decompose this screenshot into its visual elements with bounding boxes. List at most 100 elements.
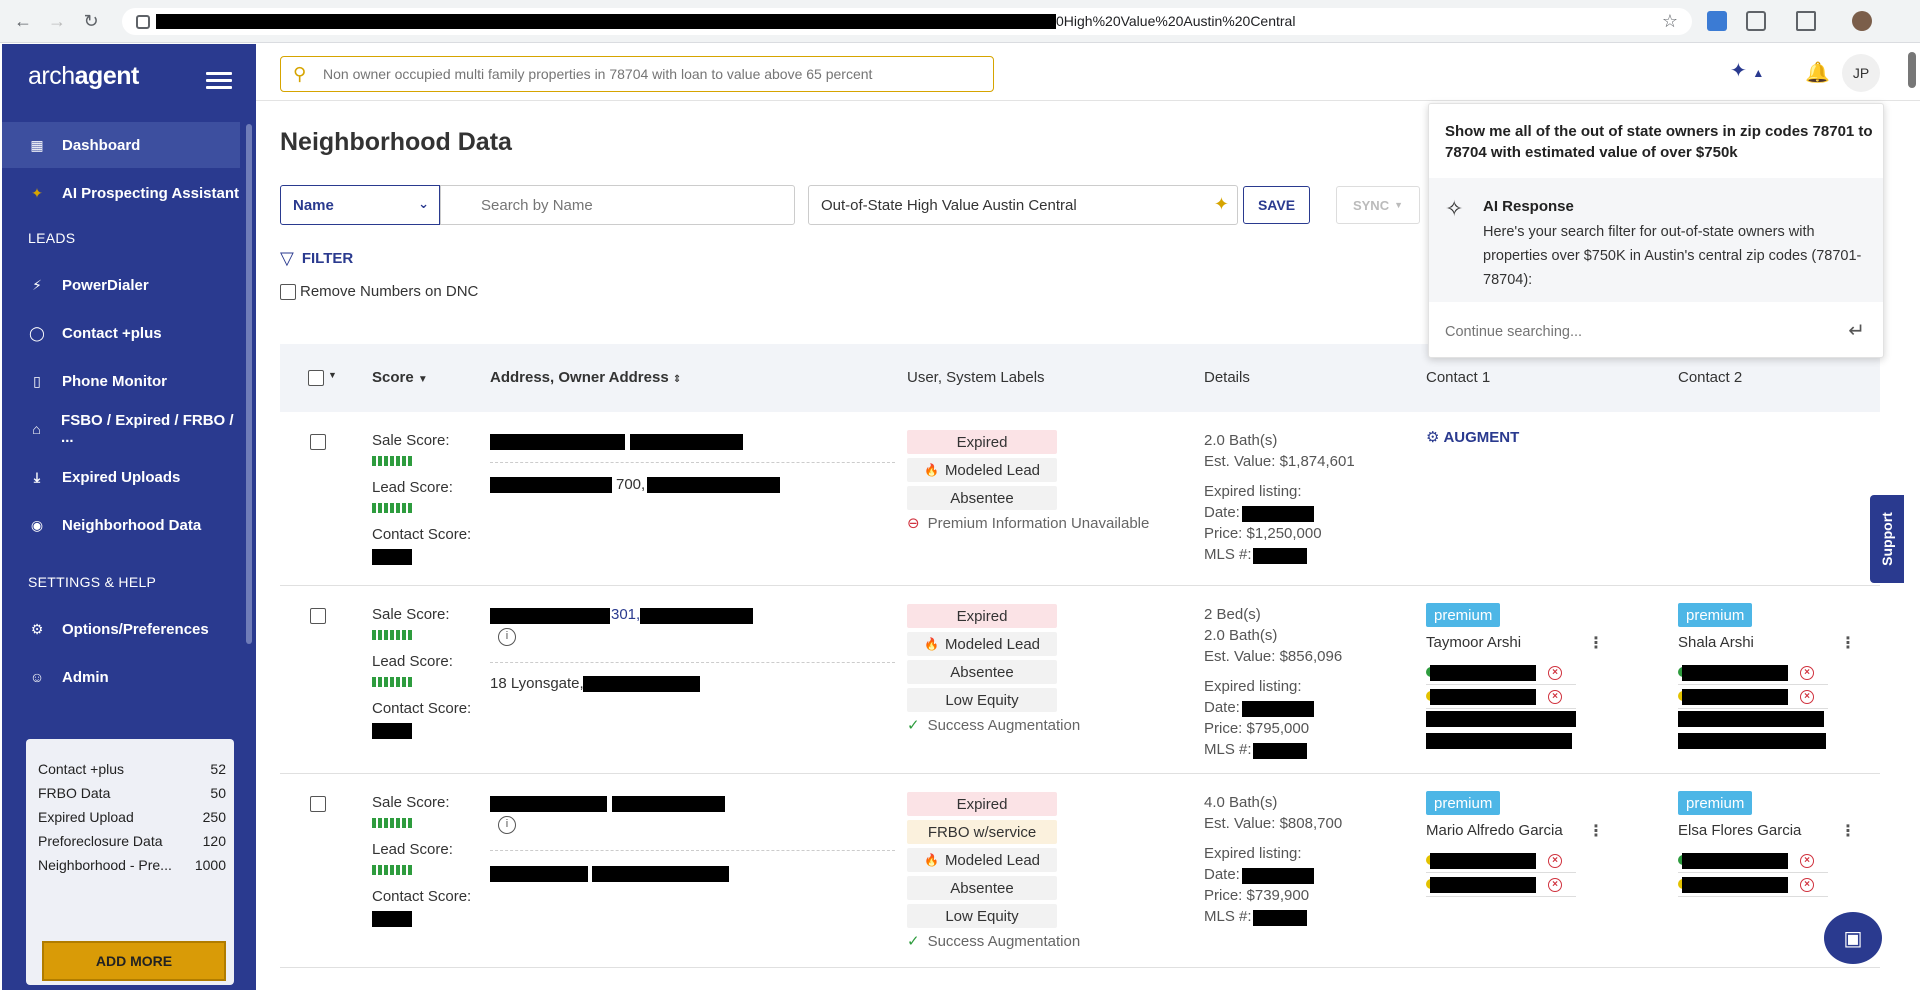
more-options-icon[interactable]: ⋮ <box>1588 821 1604 841</box>
sidebar-item-contact-plus[interactable]: ◯ Contact +plus <box>2 310 240 356</box>
enter-icon[interactable]: ↵ <box>1848 318 1865 343</box>
remove-dnc-checkbox[interactable] <box>280 283 296 300</box>
phone-redaction <box>1682 665 1788 681</box>
check-icon: ✓ <box>907 717 920 734</box>
credit-row: Preforeclosure Data 120 <box>38 833 226 849</box>
table-row[interactable]: Sale Score: Lead Score: Contact Score: i… <box>280 774 1880 968</box>
row-checkbox[interactable] <box>310 434 326 450</box>
column-score[interactable]: Score ▼ <box>372 369 428 386</box>
select-all-checkbox[interactable] <box>308 370 324 386</box>
label-tag: 🔥 Modeled Lead <box>907 632 1057 656</box>
cast-icon[interactable] <box>1796 11 1816 31</box>
credit-row: Expired Upload 250 <box>38 809 226 825</box>
mls-redaction <box>1253 910 1307 926</box>
row-checkbox[interactable] <box>310 608 326 624</box>
column-address[interactable]: Address, Owner Address ⇕ <box>490 369 681 386</box>
contact-name[interactable]: Shala Arshi <box>1678 634 1754 651</box>
dnc-x-icon[interactable]: × <box>1800 690 1814 704</box>
check-icon: ✓ <box>907 933 920 950</box>
puzzle-icon[interactable] <box>1746 11 1766 31</box>
bell-icon[interactable]: 🔔 <box>1805 60 1830 85</box>
hamburger-menu-icon[interactable] <box>206 72 232 90</box>
save-button[interactable]: SAVE <box>1243 186 1310 224</box>
dnc-x-icon[interactable]: × <box>1800 854 1814 868</box>
dnc-x-icon[interactable]: × <box>1548 666 1562 680</box>
sidebar-item-powerdialer[interactable]: ⚡ PowerDialer <box>2 262 240 308</box>
ai-search-bar[interactable]: ⚲ <box>280 56 994 92</box>
sidebar-item-fsbo[interactable]: ⌂ FSBO / Expired / FRBO / ... <box>2 406 240 452</box>
owner-address-redaction <box>592 866 729 882</box>
label-tag: Low Equity <box>907 688 1057 712</box>
sidebar-item-phone-monitor[interactable]: ▯ Phone Monitor <box>2 358 240 404</box>
contact-name[interactable]: Elsa Flores Garcia <box>1678 822 1801 839</box>
profile-icon[interactable] <box>1852 11 1872 31</box>
phone-divider <box>1678 684 1828 685</box>
more-options-icon[interactable]: ⋮ <box>1840 633 1856 653</box>
augment-button[interactable]: ⚙ AUGMENT <box>1426 428 1519 447</box>
table-row[interactable]: Sale Score: Lead Score: Contact Score: 7… <box>280 412 1880 586</box>
sidebar-item-admin[interactable]: ☺ Admin <box>2 654 240 700</box>
sidebar-item-expired-uploads[interactable]: ⤓ Expired Uploads <box>2 454 240 500</box>
info-icon[interactable]: i <box>498 628 516 646</box>
continue-search-input[interactable] <box>1445 324 1835 340</box>
contact-name[interactable]: Taymoor Arshi <box>1426 634 1521 651</box>
premium-badge: premium <box>1678 791 1753 815</box>
site-info-icon[interactable] <box>136 14 150 29</box>
saved-search-field[interactable]: Out-of-State High Value Austin Central ✦ <box>808 185 1238 225</box>
lead-score-bar <box>372 865 414 875</box>
forward-icon[interactable]: → <box>46 10 68 32</box>
sidebar-item-options[interactable]: ⚙ Options/Preferences <box>2 606 240 652</box>
table-row[interactable]: Sale Score: Lead Score: Contact Score: 3… <box>280 586 1880 774</box>
chevron-down-icon: ▼ <box>1394 200 1404 210</box>
search-input[interactable] <box>481 196 781 214</box>
flame-icon: 🔥 <box>923 463 939 477</box>
ai-assistant-toggle[interactable]: ✦ ▲ <box>1730 58 1776 86</box>
extension-icon[interactable] <box>1707 11 1727 31</box>
dnc-x-icon[interactable]: × <box>1800 666 1814 680</box>
phone-divider <box>1426 708 1576 709</box>
dnc-x-icon[interactable]: × <box>1548 854 1562 868</box>
dnc-x-icon[interactable]: × <box>1800 878 1814 892</box>
dnc-x-icon[interactable]: × <box>1548 878 1562 892</box>
more-options-icon[interactable]: ⋮ <box>1840 821 1856 841</box>
sidebar-item-label: Dashboard <box>62 136 141 154</box>
sidebar-scrollbar[interactable] <box>246 124 252 644</box>
info-icon[interactable]: i <box>498 816 516 834</box>
premium-badge: premium <box>1426 603 1501 627</box>
caret-down-icon[interactable]: ▼ <box>328 370 337 380</box>
search-by-name[interactable] <box>440 185 795 225</box>
phone-redaction <box>1430 689 1536 705</box>
address-bar[interactable]: 0High%20Value%20Austin%20Central ☆ <box>122 8 1692 35</box>
support-tab[interactable]: Support <box>1870 495 1904 583</box>
ai-search-input[interactable] <box>323 66 983 82</box>
dnc-x-icon[interactable]: × <box>1548 690 1562 704</box>
sidebar-item-ai-prospecting[interactable]: ✦ AI Prospecting Assistant <box>2 170 240 216</box>
page-scrollbar[interactable] <box>1908 52 1916 88</box>
more-options-icon[interactable]: ⋮ <box>1588 633 1604 653</box>
phone-redaction <box>1430 877 1536 893</box>
sparkle-icon[interactable]: ✦ <box>1214 194 1229 215</box>
phone-redaction <box>1430 853 1536 869</box>
sync-button[interactable]: SYNC ▼ <box>1336 186 1420 224</box>
sidebar-item-dashboard[interactable]: ▦ Dashboard <box>2 122 240 168</box>
bookmark-star-icon[interactable]: ☆ <box>1662 11 1678 32</box>
sidebar-item-neighborhood-data[interactable]: ◉ Neighborhood Data <box>2 502 240 548</box>
column-contact2: Contact 2 <box>1678 369 1743 386</box>
row-checkbox[interactable] <box>310 796 326 812</box>
avatar[interactable]: JP <box>1842 54 1880 92</box>
owner-address-redaction <box>583 676 700 692</box>
contact-name[interactable]: Mario Alfredo Garcia <box>1426 822 1563 839</box>
search-field-select[interactable]: Name ⌄ <box>280 185 440 225</box>
reload-icon[interactable]: ↻ <box>80 10 102 32</box>
remove-dnc-option[interactable]: Remove Numbers on DNC <box>280 283 478 300</box>
address-redaction <box>612 796 725 812</box>
back-icon[interactable]: ← <box>12 10 34 32</box>
filter-button[interactable]: ▽ FILTER <box>280 248 353 269</box>
credit-row: Contact +plus 52 <box>38 761 226 777</box>
header-divider <box>256 100 1920 101</box>
bolt-icon: ⚡ <box>32 276 42 293</box>
chat-bubble-icon[interactable]: ▣ <box>1824 912 1882 964</box>
add-more-button[interactable]: ADD MORE <box>42 941 226 981</box>
app-logo[interactable]: archagent <box>28 62 139 91</box>
page-title: Neighborhood Data <box>280 128 512 156</box>
